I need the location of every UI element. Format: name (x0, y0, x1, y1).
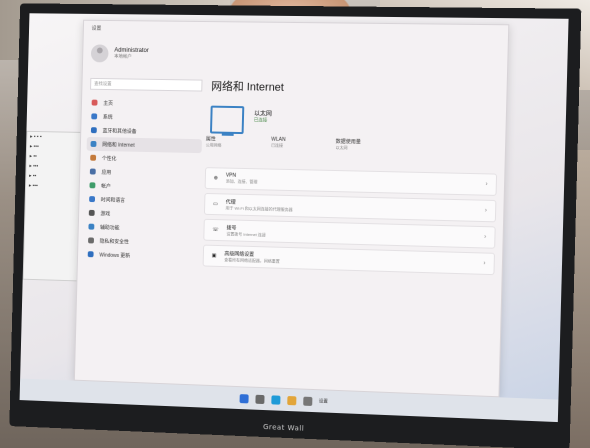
card-desc: 查看所有网络适配器，网络重置 (224, 256, 280, 264)
property-item[interactable]: 属性 公用网络 (205, 135, 222, 163)
card-desc: 用于 Wi-Fi 和以太网连接的代理服务器 (225, 204, 293, 212)
sidebar-item-label: 蓝牙和其他设备 (102, 127, 137, 135)
user-role: 本地帐户 (114, 53, 132, 59)
sidebar-item-icon (90, 140, 97, 147)
search-icon[interactable] (254, 394, 265, 404)
sidebar-item-icon (88, 223, 95, 230)
photo-scene: ▸ ▪ ▪ ▪ ▸ ▪▪▪ ▸ ▪▪ ▸ ▪▪▪ ▸ ▪▪ ▸ ▪▪▪ 设置 A… (0, 0, 590, 448)
taskbar-settings-label: 设置 (318, 398, 328, 404)
connection-status: 已连接 (253, 117, 268, 123)
folder-icon[interactable] (286, 395, 296, 405)
sidebar-item-icon (89, 168, 96, 175)
computer-icon (209, 105, 245, 135)
sidebar-item-label: 游戏 (100, 210, 111, 217)
sidebar-item-label: 个性化 (101, 155, 117, 162)
proxy-icon: ▭ (213, 201, 218, 208)
avatar (90, 44, 109, 63)
dialup-icon: ☏ (212, 226, 219, 234)
proxy-card[interactable]: ▭ 代理 用于 Wi-Fi 和以太网连接的代理服务器 › (203, 192, 497, 223)
screen: ▸ ▪ ▪ ▪ ▸ ▪▪▪ ▸ ▪▪ ▸ ▪▪▪ ▸ ▪▪ ▸ ▪▪▪ 设置 A… (19, 13, 569, 423)
property-item[interactable]: 数据使用量 以太网 (335, 138, 361, 167)
dialup-card[interactable]: ☏ 拨号 设置拨号 Internet 连接 › (203, 218, 496, 249)
settings-window: 设置 Administrator 本地帐户 查找设置 主页 系统 蓝牙和其他设备 网络… (73, 19, 510, 398)
sidebar-item-icon (89, 182, 96, 189)
sidebar-item-icon (89, 196, 96, 203)
sidebar-item-label: 辅助功能 (99, 224, 120, 231)
sidebar-item-icon (90, 127, 97, 134)
chevron-right-icon: › (483, 260, 486, 267)
property-item[interactable]: WLAN 已连接 (271, 137, 286, 165)
sidebar-item-label: 系统 (102, 114, 113, 121)
start-icon[interactable] (239, 393, 249, 403)
vpn-icon: ⊕ (213, 175, 218, 182)
property-sub: 已连接 (271, 142, 284, 148)
monitor: ▸ ▪ ▪ ▪ ▸ ▪▪▪ ▸ ▪▪ ▸ ▪▪▪ ▸ ▪▪ ▸ ▪▪▪ 设置 A… (9, 3, 582, 448)
card-desc: 设置拨号 Internet 连接 (226, 230, 266, 237)
search-input[interactable]: 查找设置 (90, 77, 203, 92)
advanced-network-card[interactable]: ▣ 高级网络设置 查看所有网络适配器，网络重置 › (202, 244, 496, 276)
chevron-right-icon: › (485, 181, 488, 188)
sidebar-item-label: 帐户 (101, 183, 111, 190)
main-panel: 网络和 Internet 以太网 已连接 属性 公用网络 WLAN 已连接 数据… (202, 42, 500, 279)
property-sub: 公用网络 (205, 142, 222, 148)
vpn-card[interactable]: ⊕ VPN 添加、连接、管理 › (204, 167, 498, 196)
property-sub: 以太网 (335, 144, 348, 151)
chevron-right-icon: › (484, 234, 487, 241)
sidebar-item-label: 时间和语言 (100, 196, 126, 204)
network-adapter-icon: ▣ (211, 252, 217, 259)
user-profile[interactable]: Administrator 本地帐户 (90, 44, 149, 63)
sidebar-item-label: 主页 (103, 100, 114, 107)
sidebar-item-icon (88, 237, 95, 244)
sidebar-item-label: Windows 更新 (99, 252, 131, 259)
sidebar-item-icon (87, 251, 94, 258)
window-title: 设置 (91, 25, 102, 32)
sidebar-item-icon (91, 113, 98, 120)
chevron-right-icon: › (484, 207, 487, 214)
sidebar-item-label: 隐私和安全性 (99, 238, 129, 245)
sidebar-item-icon (88, 209, 95, 216)
sidebar-item-icon (90, 154, 97, 161)
sidebar-item[interactable]: Windows 更新 (84, 247, 199, 264)
connection-name: 以太网 (253, 111, 272, 118)
sidebar-nav: 主页系统蓝牙和其他设备 网络和 Internet 个性化应用帐户时间和语言游戏辅助功… (84, 96, 203, 265)
card-desc: 添加、连接、管理 (225, 178, 258, 185)
sidebar-item-label: 应用 (101, 169, 112, 176)
gear-icon[interactable] (302, 396, 312, 406)
page-title: 网络和 Internet (211, 80, 285, 94)
sidebar-item-label: 网络和 Internet (102, 141, 135, 149)
property-row: 属性 公用网络 WLAN 已连接 数据使用量 以太网 (205, 135, 498, 169)
edge-icon[interactable] (270, 394, 280, 405)
sidebar-item-icon (91, 99, 98, 106)
